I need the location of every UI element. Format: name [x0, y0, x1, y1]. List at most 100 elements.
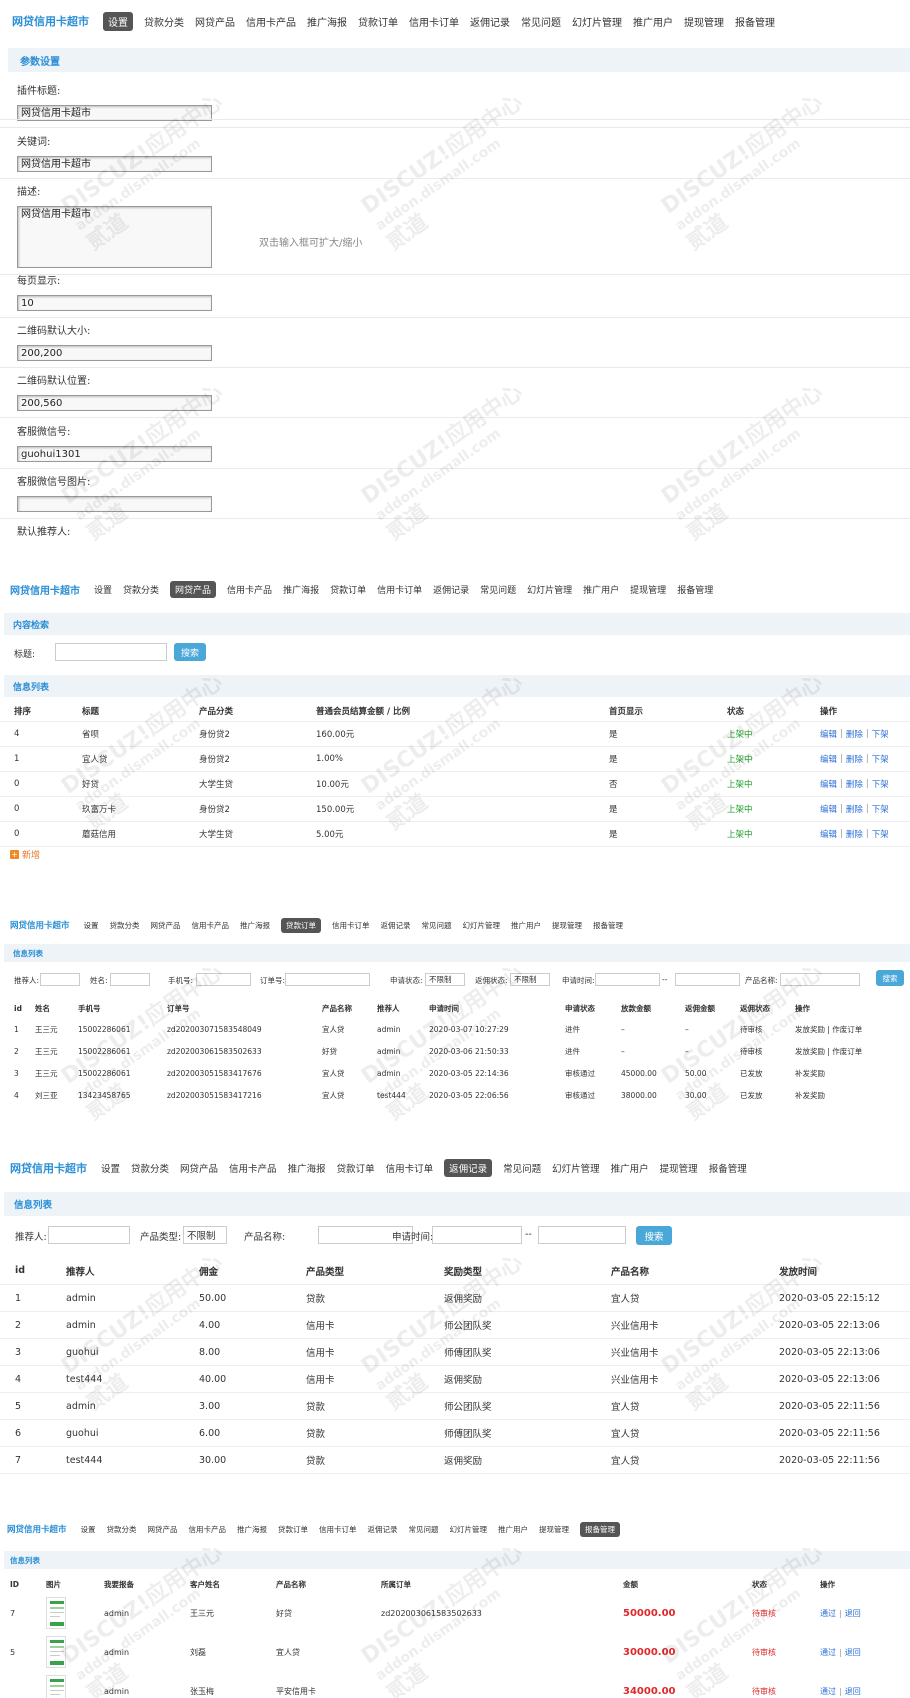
nav-item-4[interactable]: 推广海报 [288, 1161, 326, 1175]
nav-item-1[interactable]: 贷款分类 [110, 920, 140, 931]
nav-item-6[interactable]: 信用卡订单 [409, 14, 459, 29]
nav-item-5[interactable]: 贷款订单 [337, 1161, 375, 1175]
nav-item-2[interactable]: 网贷产品 [180, 1161, 218, 1175]
nav-item-9[interactable]: 幻灯片管理 [572, 14, 622, 29]
action-link-1[interactable]: 删除 [846, 828, 863, 840]
date-end-input[interactable] [675, 973, 740, 986]
nav-item-12[interactable]: 报备管理 [677, 583, 713, 596]
nav-item-1[interactable]: 贷款分类 [131, 1161, 169, 1175]
filter-input-6[interactable] [595, 973, 660, 986]
action-link-0[interactable]: 编辑 [820, 828, 837, 840]
nav-item-1[interactable]: 贷款分类 [123, 583, 159, 596]
report-thumbnail[interactable] [46, 1636, 66, 1668]
action-link-2[interactable]: 下架 [872, 728, 889, 740]
nav-item-8[interactable]: 常见问题 [521, 14, 561, 29]
nav-item-5[interactable]: 贷款订单 [330, 583, 366, 596]
nav-item-6[interactable]: 信用卡订单 [319, 1524, 357, 1535]
action-link-1[interactable]: 退回 [845, 1608, 861, 1619]
brand-title[interactable]: 网贷信用卡超市 [12, 13, 89, 29]
nav-item-12[interactable]: 报备管理 [593, 920, 623, 931]
nav-item-6[interactable]: 信用卡订单 [377, 583, 422, 596]
nav-item-5[interactable]: 贷款订单 [281, 917, 322, 933]
nav-item-12[interactable]: 报备管理 [735, 14, 775, 29]
nav-item-11[interactable]: 提现管理 [660, 1161, 698, 1175]
nav-item-4[interactable]: 推广海报 [237, 1524, 267, 1535]
nav-item-7[interactable]: 返佣记录 [381, 920, 411, 931]
field-input-6[interactable]: guohui1301 [17, 446, 212, 462]
report-thumbnail[interactable] [46, 1675, 66, 1698]
nav-item-7[interactable]: 返佣记录 [470, 14, 510, 29]
nav-item-8[interactable]: 常见问题 [422, 920, 452, 931]
nav-item-6[interactable]: 信用卡订单 [386, 1161, 434, 1175]
nav-item-8[interactable]: 常见问题 [503, 1161, 541, 1175]
action-link-0[interactable]: 编辑 [820, 778, 837, 790]
action-link-0[interactable]: 通过 [820, 1686, 836, 1697]
action-link-2[interactable]: 下架 [872, 778, 889, 790]
report-thumbnail[interactable] [46, 1597, 66, 1629]
nav-item-10[interactable]: 推广用户 [633, 14, 673, 29]
nav-item-11[interactable]: 提现管理 [552, 920, 582, 931]
field-input-7[interactable] [17, 496, 212, 512]
nav-item-10[interactable]: 推广用户 [511, 920, 541, 931]
nav-item-10[interactable]: 推广用户 [611, 1161, 649, 1175]
filter-input-3[interactable] [285, 973, 370, 986]
field-input-5[interactable]: 200,560 [17, 395, 212, 411]
search-button[interactable]: 搜索 [174, 643, 206, 661]
nav-item-7[interactable]: 返佣记录 [444, 1159, 493, 1177]
title-search-input[interactable] [55, 643, 167, 661]
nav-item-0[interactable]: 设置 [103, 11, 133, 31]
row-actions[interactable]: 发放奖励 | 作废订单 [795, 1040, 862, 1062]
action-link-0[interactable]: 编辑 [820, 728, 837, 740]
field-input-2[interactable]: 网贷信用卡超市 [17, 206, 212, 268]
nav-item-3[interactable]: 信用卡产品 [192, 920, 230, 931]
filter-input-0[interactable] [40, 973, 80, 986]
search-button[interactable]: 搜索 [636, 1226, 672, 1245]
nav-item-4[interactable]: 推广海报 [307, 14, 347, 29]
filter-input-2[interactable] [196, 973, 251, 986]
nav-item-10[interactable]: 推广用户 [498, 1524, 528, 1535]
product-type-select[interactable]: 不限制 [183, 1226, 227, 1244]
nav-item-5[interactable]: 贷款订单 [358, 14, 398, 29]
action-link-2[interactable]: 下架 [872, 828, 889, 840]
nav-item-4[interactable]: 推广海报 [283, 583, 319, 596]
field-input-3[interactable]: 10 [17, 295, 212, 311]
nav-item-1[interactable]: 贷款分类 [144, 14, 184, 29]
nav-item-0[interactable]: 设置 [81, 1524, 96, 1535]
action-link-1[interactable]: 删除 [846, 728, 863, 740]
row-actions[interactable]: 补发奖励 [795, 1062, 825, 1084]
field-input-1[interactable]: 网贷信用卡超市 [17, 156, 212, 172]
filter-input-1[interactable] [110, 973, 150, 986]
action-link-0[interactable]: 编辑 [820, 753, 837, 765]
brand-title[interactable]: 网贷信用卡超市 [10, 919, 70, 931]
nav-item-11[interactable]: 提现管理 [630, 583, 666, 596]
nav-item-9[interactable]: 幻灯片管理 [527, 583, 572, 596]
nav-item-12[interactable]: 报备管理 [709, 1161, 747, 1175]
filter-input-7[interactable] [780, 973, 860, 986]
brand-title[interactable]: 网贷信用卡超市 [7, 1523, 67, 1535]
nav-item-9[interactable]: 幻灯片管理 [552, 1161, 600, 1175]
action-link-2[interactable]: 下架 [872, 753, 889, 765]
nav-item-5[interactable]: 贷款订单 [278, 1524, 308, 1535]
status-select-4[interactable]: 不限制 [425, 973, 465, 986]
date-end-input[interactable] [538, 1226, 626, 1244]
nav-item-7[interactable]: 返佣记录 [368, 1524, 398, 1535]
action-link-1[interactable]: 退回 [845, 1647, 861, 1658]
row-actions[interactable]: 发放奖励 | 作废订单 [795, 1018, 862, 1040]
status-select-5[interactable]: 不限制 [510, 973, 550, 986]
nav-item-0[interactable]: 设置 [101, 1161, 120, 1175]
nav-item-3[interactable]: 信用卡产品 [246, 14, 296, 29]
nav-item-0[interactable]: 设置 [84, 920, 99, 931]
nav-item-10[interactable]: 推广用户 [583, 583, 619, 596]
nav-item-9[interactable]: 幻灯片管理 [450, 1524, 488, 1535]
nav-item-1[interactable]: 贷款分类 [107, 1524, 137, 1535]
action-link-1[interactable]: 删除 [846, 778, 863, 790]
nav-item-6[interactable]: 信用卡订单 [332, 920, 370, 931]
brand-title[interactable]: 网贷信用卡超市 [10, 1160, 87, 1176]
action-link-0[interactable]: 通过 [820, 1647, 836, 1658]
action-link-1[interactable]: 删除 [846, 803, 863, 815]
nav-item-7[interactable]: 返佣记录 [433, 583, 469, 596]
nav-item-11[interactable]: 提现管理 [539, 1524, 569, 1535]
nav-item-3[interactable]: 信用卡产品 [227, 583, 272, 596]
nav-item-3[interactable]: 信用卡产品 [229, 1161, 277, 1175]
search-button[interactable]: 搜索 [876, 970, 904, 986]
